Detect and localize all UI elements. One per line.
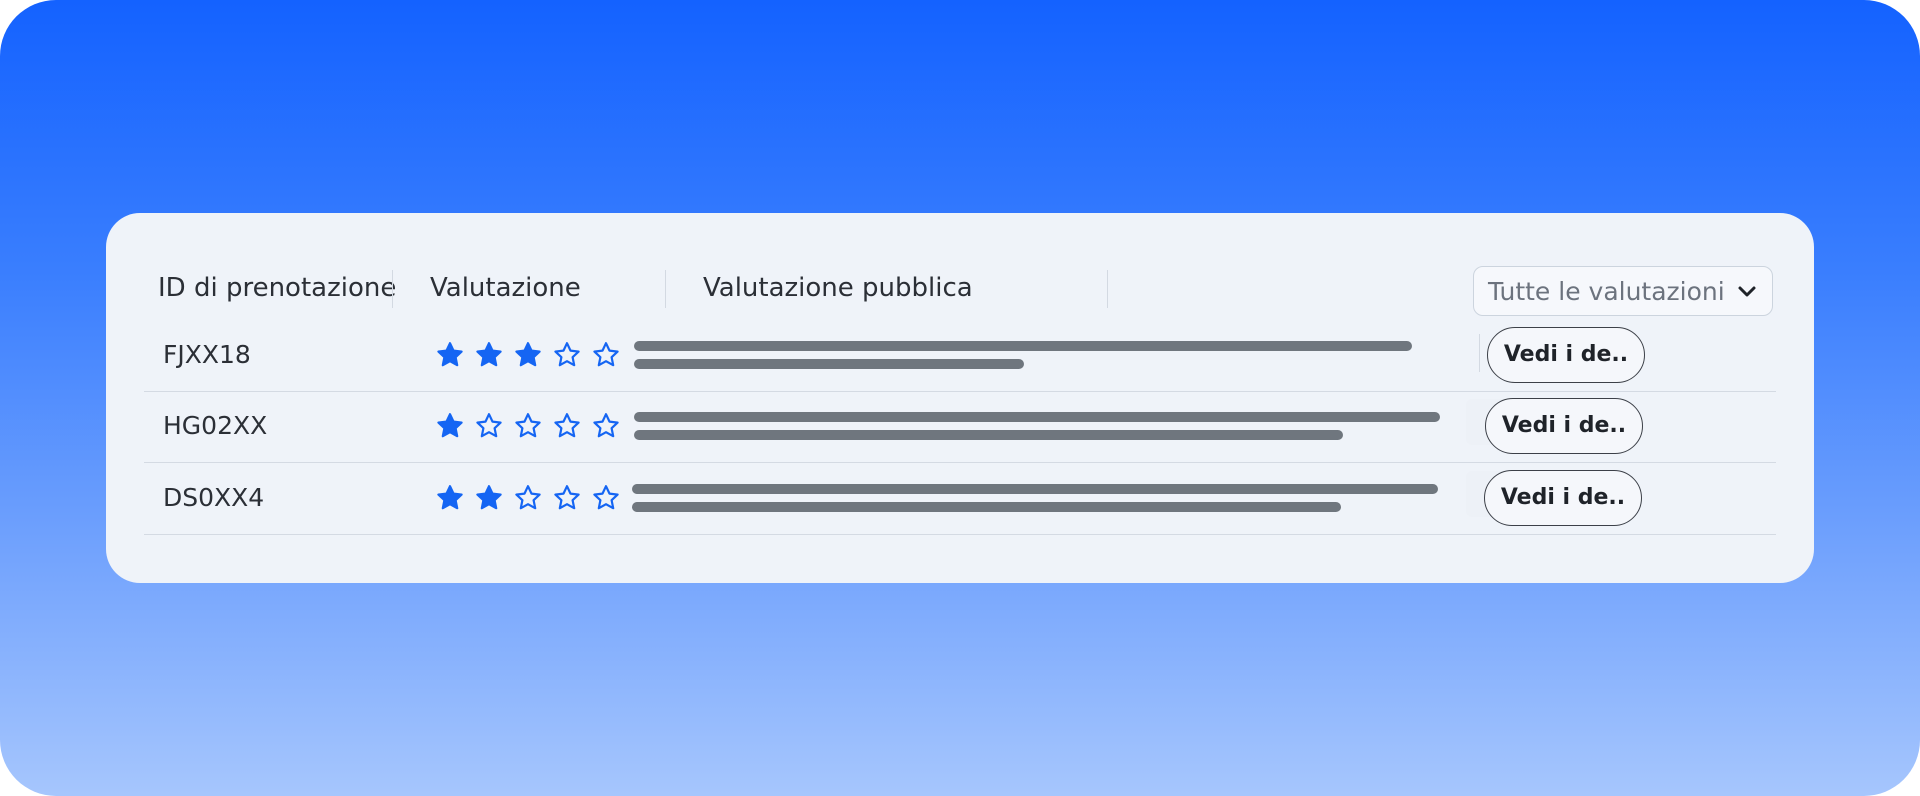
column-divider bbox=[392, 270, 393, 308]
column-header-booking-id[interactable]: ID di prenotazione bbox=[158, 275, 396, 301]
column-divider bbox=[1107, 270, 1108, 308]
star-outline-icon bbox=[593, 413, 619, 438]
star-outline-icon bbox=[593, 485, 619, 510]
review-text-placeholder-line bbox=[634, 341, 1412, 351]
rating-filter-value: Tutte le valutazioni bbox=[1488, 277, 1725, 306]
view-details-button[interactable]: Vedi i de.. bbox=[1484, 470, 1642, 526]
column-header-public-rating[interactable]: Valutazione pubblica bbox=[703, 275, 973, 301]
table-row: FJXX18 Vedi i de.. bbox=[144, 320, 1776, 392]
star-outline-icon bbox=[593, 342, 619, 367]
review-text-placeholder-line-short bbox=[632, 502, 1341, 512]
view-details-button[interactable]: Vedi i de.. bbox=[1487, 327, 1645, 383]
rating-filter-select[interactable]: Tutte le valutazioni bbox=[1473, 266, 1773, 316]
booking-id: HG02XX bbox=[163, 411, 268, 440]
chevron-down-icon bbox=[1738, 286, 1756, 297]
view-details-button[interactable]: Vedi i de.. bbox=[1485, 398, 1643, 454]
review-text-placeholder-line-short bbox=[634, 430, 1343, 440]
star-outline-icon bbox=[515, 485, 541, 510]
star-filled-icon bbox=[476, 342, 502, 367]
table-row: HG02XX Vedi i de.. bbox=[144, 391, 1776, 463]
star-filled-icon bbox=[437, 413, 463, 438]
review-text-placeholder-line-short bbox=[634, 359, 1024, 369]
booking-id: FJXX18 bbox=[163, 340, 251, 369]
reviews-table-card: ID di prenotazione Valutazione Valutazio… bbox=[106, 213, 1814, 583]
star-outline-icon bbox=[554, 342, 580, 367]
table-row: DS0XX4 Vedi i de.. bbox=[144, 463, 1776, 535]
star-filled-icon bbox=[515, 342, 541, 367]
star-outline-icon bbox=[554, 413, 580, 438]
star-filled-icon bbox=[476, 485, 502, 510]
background-stage: ID di prenotazione Valutazione Valutazio… bbox=[0, 0, 1920, 796]
column-divider bbox=[1479, 334, 1480, 372]
review-text-placeholder-line bbox=[634, 412, 1440, 422]
star-filled-icon bbox=[437, 485, 463, 510]
booking-id: DS0XX4 bbox=[163, 483, 265, 512]
column-header-rating[interactable]: Valutazione bbox=[430, 275, 581, 301]
review-text-placeholder-line bbox=[632, 484, 1438, 494]
table-header: ID di prenotazione Valutazione Valutazio… bbox=[106, 213, 1814, 321]
star-outline-icon bbox=[476, 413, 502, 438]
column-divider bbox=[665, 270, 666, 308]
star-outline-icon bbox=[554, 485, 580, 510]
star-filled-icon bbox=[437, 342, 463, 367]
star-outline-icon bbox=[515, 413, 541, 438]
